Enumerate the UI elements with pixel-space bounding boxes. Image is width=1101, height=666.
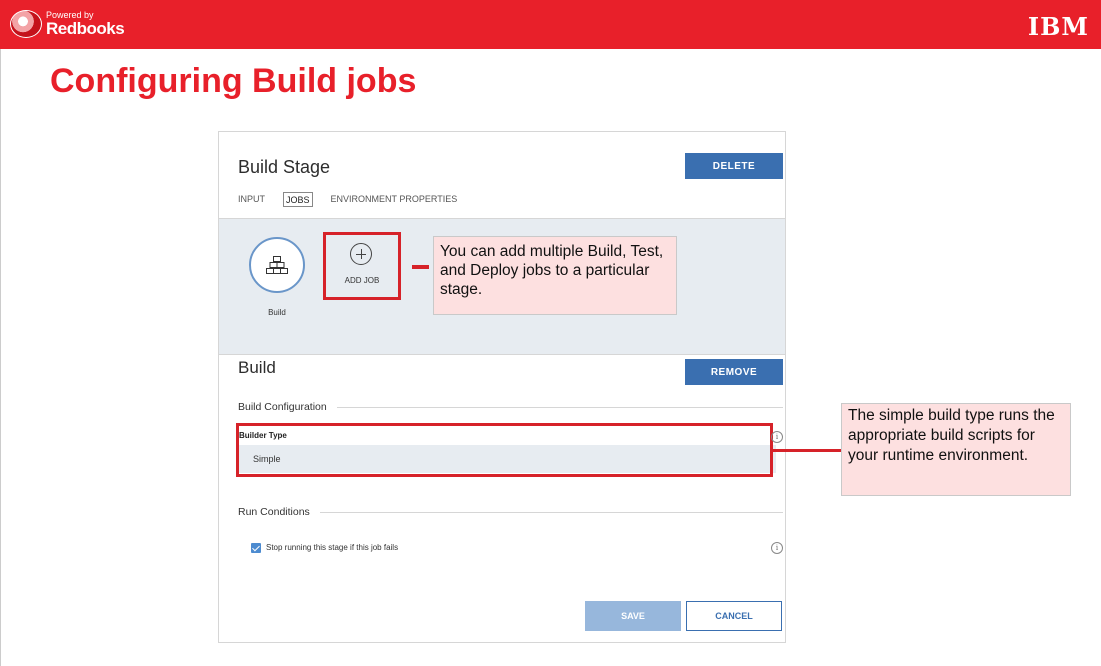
info-icon[interactable]: i	[771, 431, 783, 443]
stop-on-fail-checkbox[interactable]	[251, 543, 261, 553]
remove-button[interactable]: REMOVE	[685, 359, 783, 385]
section-divider	[319, 511, 783, 513]
tab-jobs[interactable]: JOBS	[283, 192, 313, 207]
callout-connector	[772, 449, 841, 452]
add-job-button[interactable]: ADD JOB	[323, 232, 401, 300]
save-button[interactable]: SAVE	[585, 601, 681, 631]
build-job-label: Build	[268, 308, 286, 317]
redbooks-logo: Powered by Redbooks	[10, 7, 125, 41]
logo-brand-text: Redbooks	[46, 19, 125, 38]
callout-connector	[412, 265, 429, 269]
stop-on-fail-label: Stop running this stage if this job fail…	[266, 543, 399, 552]
slide-title: Configuring Build jobs	[50, 62, 417, 100]
cancel-button[interactable]: CANCEL	[686, 601, 782, 631]
run-conditions-heading: Run Conditions	[238, 506, 783, 518]
ibm-logo: IBM	[1027, 12, 1089, 41]
plus-circle-icon	[350, 243, 372, 265]
info-icon[interactable]: i	[771, 542, 783, 554]
builder-type-select[interactable]: Simple	[239, 445, 776, 473]
redbooks-logo-icon	[10, 10, 42, 38]
stage-tabs: INPUT JOBS ENVIRONMENT PROPERTIES	[238, 192, 457, 207]
header-bar: Powered by Redbooks IBM	[0, 0, 1101, 49]
slide-border	[0, 49, 1, 666]
builder-type-callout: The simple build type runs the appropria…	[841, 403, 1071, 496]
job-title: Build	[238, 358, 276, 377]
build-blocks-icon	[266, 256, 288, 274]
build-stage-dialog: Build Stage DELETE INPUT JOBS ENVIRONMEN…	[218, 131, 786, 643]
build-job-tile[interactable]	[249, 237, 305, 293]
add-job-label: ADD JOB	[344, 276, 380, 285]
tab-environment-properties[interactable]: ENVIRONMENT PROPERTIES	[331, 192, 458, 207]
tab-input[interactable]: INPUT	[238, 192, 265, 207]
section-divider	[336, 406, 783, 408]
add-job-callout: You can add multiple Build, Test, and De…	[433, 236, 677, 315]
build-configuration-heading: Build Configuration	[238, 401, 783, 413]
builder-type-label: Builder Type	[239, 431, 287, 440]
dialog-title: Build Stage	[238, 157, 331, 177]
delete-button[interactable]: DELETE	[685, 153, 783, 179]
